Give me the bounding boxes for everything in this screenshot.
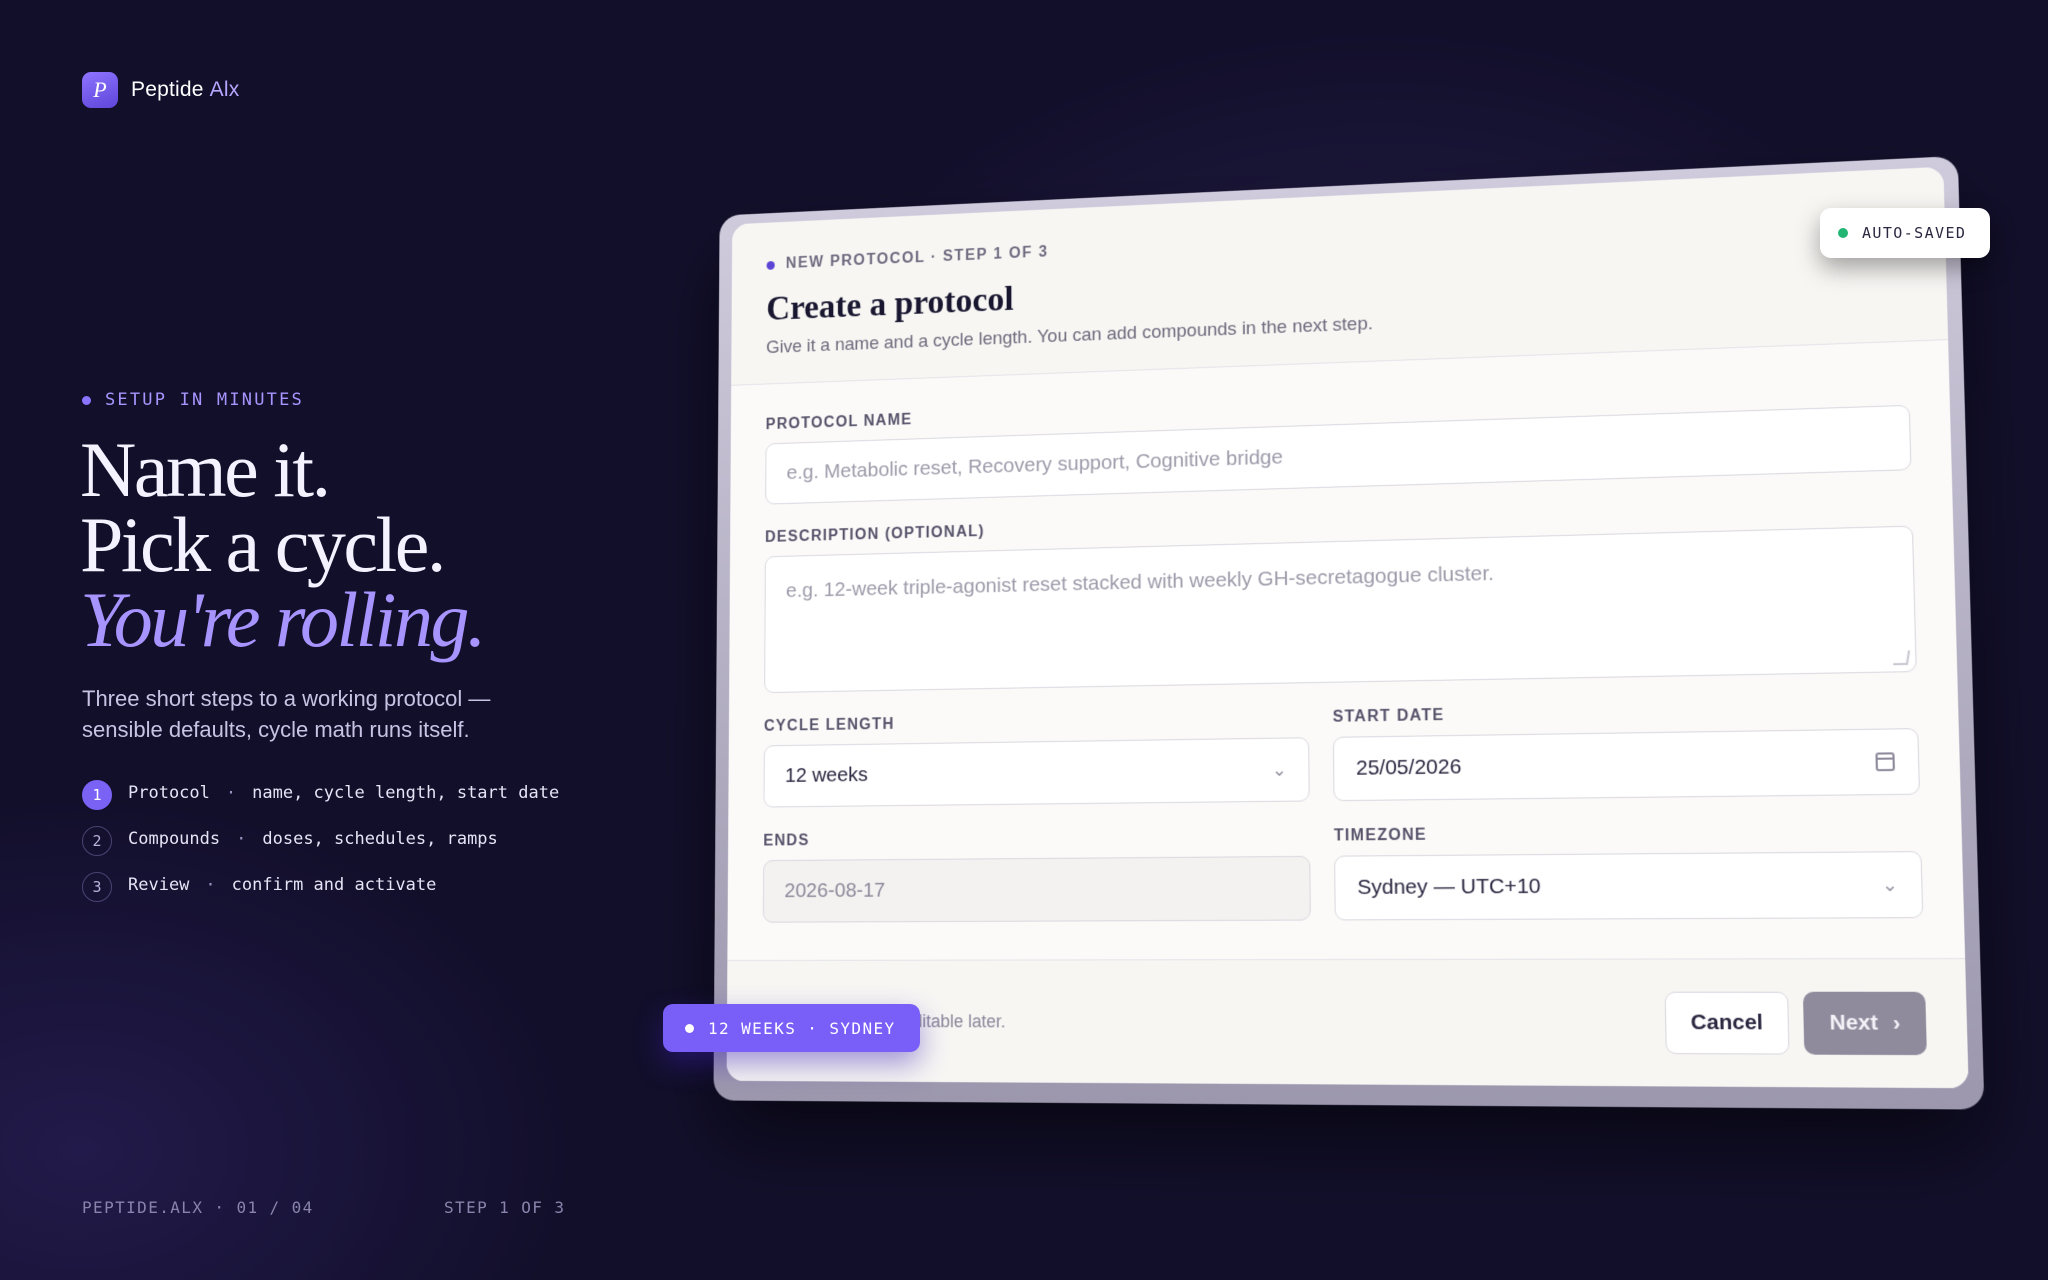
step-list: 1 Protocol · name, cycle length, start dat… bbox=[82, 780, 582, 920]
footer-pagination: PEPTIDE.ALX · 01 / 04 bbox=[82, 1198, 314, 1217]
cycle-length-value: 12 weeks bbox=[784, 763, 868, 787]
calendar-icon[interactable] bbox=[1875, 752, 1895, 772]
kicker-dot-icon bbox=[766, 260, 775, 270]
lede-line-1: Three short steps to a working protocol … bbox=[82, 686, 491, 711]
saved-status-dot-icon bbox=[1838, 228, 1848, 238]
eyebrow-dot-icon bbox=[82, 395, 91, 405]
next-label: Next bbox=[1829, 1010, 1879, 1035]
brand[interactable]: P Peptide Alx bbox=[82, 72, 239, 108]
autosaved-text: AUTO-SAVED bbox=[1862, 224, 1967, 242]
resize-handle-icon[interactable] bbox=[1893, 650, 1911, 666]
step-text: Review · confirm and activate bbox=[128, 875, 437, 895]
create-protocol-form: NEW PROTOCOL · STEP 1 OF 3 Create a prot… bbox=[726, 166, 1969, 1089]
step-number: 1 bbox=[82, 780, 112, 810]
cycle-length-label: CYCLE LENGTH bbox=[763, 716, 895, 735]
brand-name: Peptide Alx bbox=[131, 78, 240, 101]
chevron-right-icon: › bbox=[1892, 1010, 1901, 1035]
footer-actions: Cancel Next › bbox=[1664, 991, 1927, 1056]
description-placeholder: e.g. 12-week triple-agonist reset stacke… bbox=[785, 561, 1495, 602]
autosaved-badge: AUTO-SAVED bbox=[1820, 208, 1991, 258]
summary-pill: 12 WEEKS · SYDNEY bbox=[663, 1004, 920, 1052]
headline-line-1: Name it. bbox=[80, 426, 331, 513]
eyebrow-text: SETUP IN MINUTES bbox=[105, 390, 304, 410]
step-item-compounds: 2 Compounds · doses, schedules, ramps bbox=[82, 826, 582, 856]
start-date-value: 25/05/2026 bbox=[1355, 755, 1462, 780]
footer-step-indicator: STEP 1 OF 3 bbox=[444, 1198, 566, 1217]
brand-accent: Alx bbox=[209, 78, 240, 101]
pill-dot-icon bbox=[685, 1023, 694, 1033]
headline-line-2: Pick a cycle. bbox=[80, 501, 446, 588]
description-field: DESCRIPTION (OPTIONAL) e.g. 12-week trip… bbox=[764, 497, 1917, 694]
cycle-row: CYCLE LENGTH 12 weeks ⌄ START DATE 25/05… bbox=[763, 699, 1921, 833]
card-body: PROTOCOL NAME e.g. Metabolic reset, Reco… bbox=[727, 340, 1964, 948]
chevron-down-icon: ⌄ bbox=[1271, 759, 1287, 780]
step-text: Protocol · name, cycle length, start date bbox=[128, 783, 560, 803]
pill-text: 12 WEEKS · SYDNEY bbox=[708, 1018, 896, 1038]
timezone-select[interactable]: Sydney — UTC+10 ⌄ bbox=[1334, 851, 1924, 921]
timezone-field: TIMEZONE Sydney — UTC+10 ⌄ bbox=[1334, 822, 1924, 921]
chevron-down-icon: ⌄ bbox=[1881, 873, 1899, 895]
brand-logo-icon: P bbox=[82, 72, 118, 108]
cycle-length-select[interactable]: 12 weeks ⌄ bbox=[763, 737, 1310, 808]
next-button[interactable]: Next › bbox=[1803, 991, 1927, 1056]
hero-lede: Three short steps to a working protocol … bbox=[82, 683, 552, 745]
cancel-button[interactable]: Cancel bbox=[1664, 991, 1791, 1055]
step-item-protocol: 1 Protocol · name, cycle length, start dat… bbox=[82, 780, 582, 810]
hero-headline: Name it. Pick a cycle. You're rolling. bbox=[80, 426, 486, 663]
start-date-label: START DATE bbox=[1332, 706, 1445, 726]
step-item-review: 3 Review · confirm and activate bbox=[82, 872, 582, 902]
start-date-field: START DATE 25/05/2026 bbox=[1332, 699, 1921, 802]
step-number: 3 bbox=[82, 872, 112, 902]
protocol-name-field: PROTOCOL NAME e.g. Metabolic reset, Reco… bbox=[765, 376, 1912, 505]
step-text: Compounds · doses, schedules, ramps bbox=[128, 829, 498, 849]
hero-eyebrow: SETUP IN MINUTES bbox=[82, 390, 304, 410]
timezone-value: Sydney — UTC+10 bbox=[1357, 874, 1541, 900]
ends-readonly: 2026-08-17 bbox=[762, 855, 1311, 923]
description-textarea[interactable]: e.g. 12-week triple-agonist reset stacke… bbox=[764, 525, 1917, 694]
kicker-text: NEW PROTOCOL · STEP 1 OF 3 bbox=[785, 243, 1049, 272]
step-number: 2 bbox=[82, 826, 112, 856]
cycle-length-field: CYCLE LENGTH 12 weeks ⌄ bbox=[763, 709, 1310, 808]
ends-row: ENDS 2026-08-17 TIMEZONE Sydney — UTC+10… bbox=[762, 822, 1924, 948]
ends-field: ENDS 2026-08-17 bbox=[762, 828, 1311, 923]
lede-line-2: sensible defaults, cycle math runs itsel… bbox=[82, 717, 470, 742]
protocol-card: NEW PROTOCOL · STEP 1 OF 3 Create a prot… bbox=[713, 155, 1985, 1110]
headline-line-3: You're rolling. bbox=[80, 576, 486, 663]
start-date-input[interactable]: 25/05/2026 bbox=[1332, 728, 1921, 802]
